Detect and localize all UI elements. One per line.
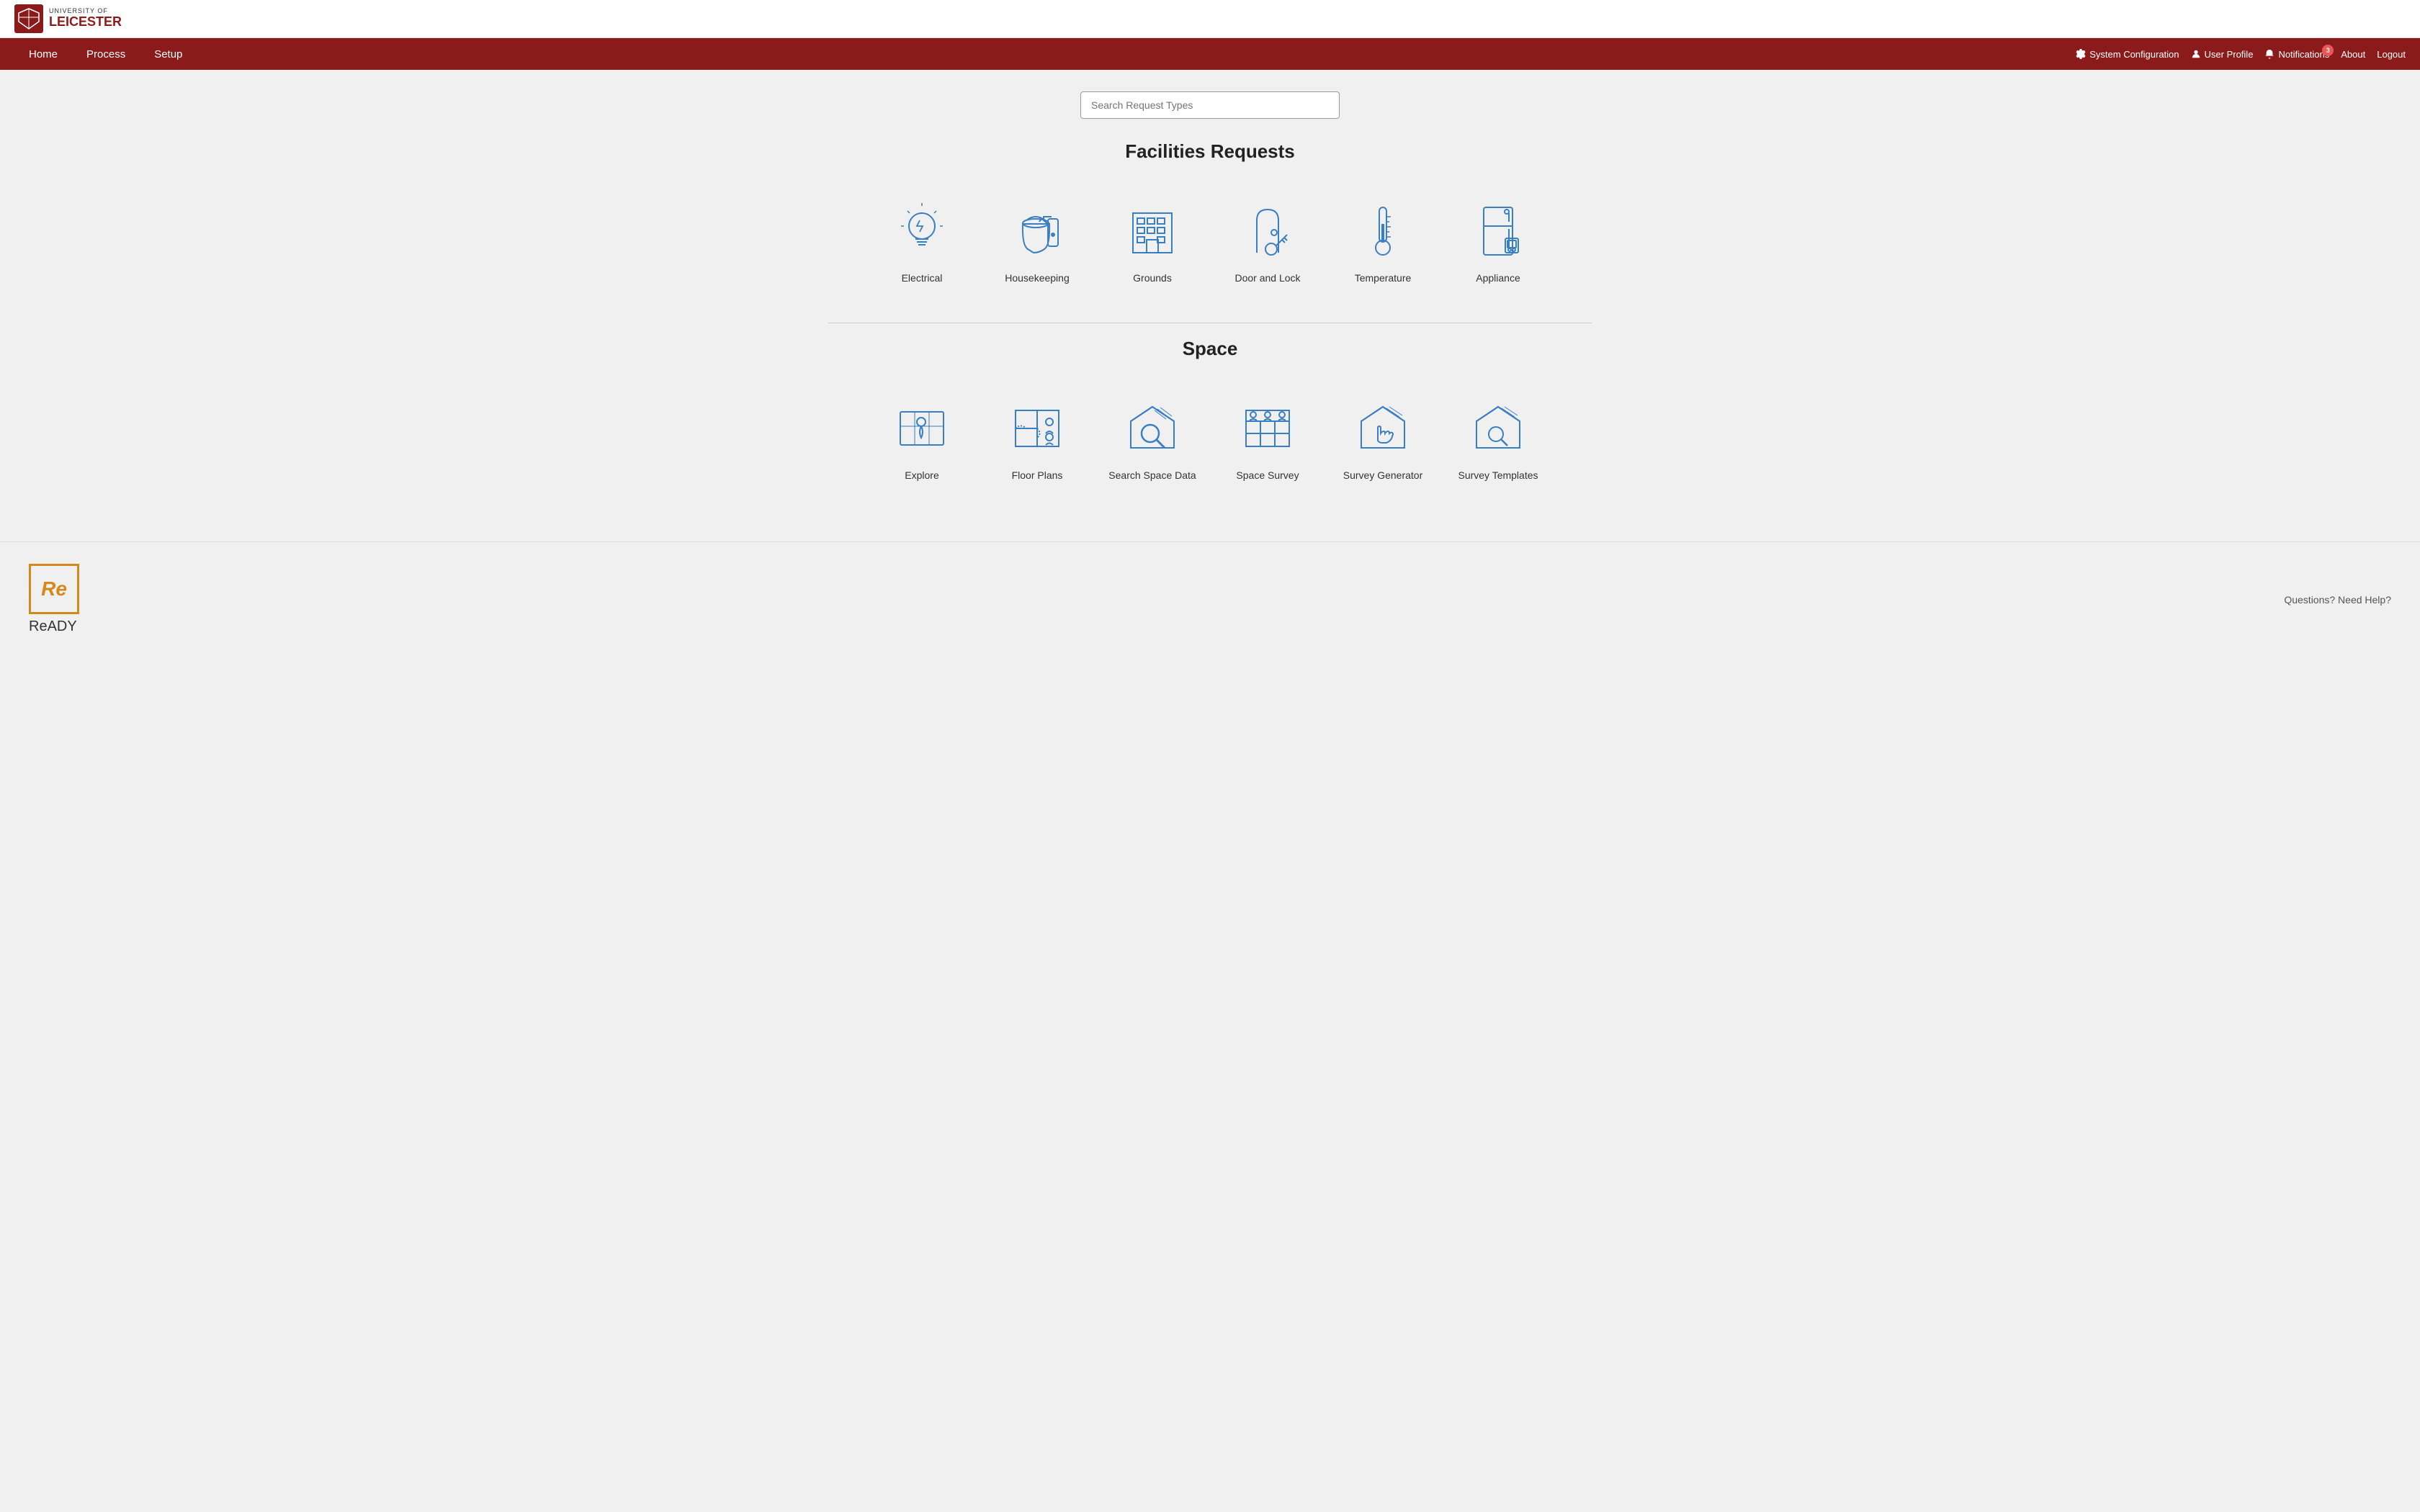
nav-user-profile[interactable]: User Profile bbox=[2191, 49, 2254, 60]
explore-icon bbox=[889, 396, 954, 461]
space-floor-plans[interactable]: Floor Plans bbox=[983, 382, 1091, 491]
grounds-icon bbox=[1120, 199, 1185, 264]
space-explore[interactable]: Explore bbox=[868, 382, 976, 491]
nav-left: Home Process Setup bbox=[14, 38, 2076, 70]
facilities-housekeeping[interactable]: Housekeeping bbox=[983, 184, 1091, 294]
leicester-label: LEICESTER bbox=[49, 15, 122, 30]
nav-notifications[interactable]: 3 Notifications bbox=[2264, 49, 2329, 60]
nav-setup[interactable]: Setup bbox=[140, 38, 197, 70]
grounds-label: Grounds bbox=[1133, 272, 1172, 284]
space-survey-icon bbox=[1235, 396, 1300, 461]
facilities-temperature[interactable]: Temperature bbox=[1329, 184, 1437, 294]
space-survey-label: Space Survey bbox=[1236, 469, 1299, 481]
housekeeping-label: Housekeeping bbox=[1005, 272, 1070, 284]
footer: Re ReADY Questions? Need Help? bbox=[0, 541, 2420, 657]
nav-logout[interactable]: Logout bbox=[2377, 49, 2406, 60]
search-wrapper bbox=[828, 91, 1592, 119]
user-icon bbox=[2191, 49, 2201, 59]
space-search-space-data[interactable]: Search Space Data bbox=[1098, 382, 1206, 491]
search-input[interactable] bbox=[1080, 91, 1340, 119]
appliance-label: Appliance bbox=[1476, 272, 1520, 284]
electrical-label: Electrical bbox=[902, 272, 943, 284]
university-shield bbox=[14, 4, 43, 33]
nav-home[interactable]: Home bbox=[14, 38, 72, 70]
floor-plans-icon bbox=[1005, 396, 1070, 461]
ready-logo-box: Re bbox=[29, 564, 79, 614]
survey-templates[interactable]: Survey Templates bbox=[1444, 382, 1552, 491]
floor-plans-label: Floor Plans bbox=[1012, 469, 1063, 481]
space-title: Space bbox=[828, 338, 1592, 360]
survey-generator-icon bbox=[1350, 396, 1415, 461]
facilities-grounds[interactable]: Grounds bbox=[1098, 184, 1206, 294]
electrical-icon bbox=[889, 199, 954, 264]
door-lock-label: Door and Lock bbox=[1234, 272, 1300, 284]
system-config-label: System Configuration bbox=[2089, 49, 2179, 60]
main-nav: Home Process Setup System Configuration … bbox=[0, 38, 2420, 70]
survey-templates-icon bbox=[1466, 396, 1531, 461]
ready-logo: Re ReADY bbox=[29, 564, 79, 635]
facilities-grid: Electrical Housekeeping bbox=[828, 184, 1592, 294]
survey-generator-label: Survey Generator bbox=[1343, 469, 1423, 481]
search-space-data-label: Search Space Data bbox=[1108, 469, 1196, 481]
about-label: About bbox=[2341, 49, 2365, 60]
notification-badge: 3 bbox=[2322, 45, 2334, 56]
facilities-title: Facilities Requests bbox=[828, 140, 1592, 163]
housekeeping-icon bbox=[1005, 199, 1070, 264]
explore-label: Explore bbox=[905, 469, 938, 481]
survey-templates-label: Survey Templates bbox=[1458, 469, 1538, 481]
top-bar: UNIVERSITY OF LEICESTER bbox=[0, 0, 2420, 38]
space-survey[interactable]: Space Survey bbox=[1214, 382, 1322, 491]
space-grid: Explore Floor Plans bbox=[828, 382, 1592, 491]
facilities-door-lock[interactable]: Door and Lock bbox=[1214, 184, 1322, 294]
logo-area: UNIVERSITY OF LEICESTER bbox=[14, 4, 122, 33]
ready-brand-name: ReADY bbox=[29, 618, 77, 635]
search-space-data-icon bbox=[1120, 396, 1185, 461]
bell-icon bbox=[2264, 49, 2275, 59]
nav-system-config[interactable]: System Configuration bbox=[2076, 49, 2179, 60]
footer-help-text[interactable]: Questions? Need Help? bbox=[2284, 594, 2391, 606]
user-profile-label: User Profile bbox=[2205, 49, 2254, 60]
logo-text: UNIVERSITY OF LEICESTER bbox=[49, 8, 122, 30]
main-content: Facilities Requests Electrical bbox=[814, 70, 1606, 541]
nav-right: System Configuration User Profile 3 Noti… bbox=[2076, 49, 2406, 60]
nav-about[interactable]: About bbox=[2341, 49, 2365, 60]
gear-icon bbox=[2076, 49, 2086, 59]
facilities-appliance[interactable]: Appliance bbox=[1444, 184, 1552, 294]
facilities-electrical[interactable]: Electrical bbox=[868, 184, 976, 294]
survey-generator[interactable]: Survey Generator bbox=[1329, 382, 1437, 491]
temperature-icon bbox=[1350, 199, 1415, 264]
temperature-label: Temperature bbox=[1355, 272, 1412, 284]
door-lock-icon bbox=[1235, 199, 1300, 264]
appliance-icon bbox=[1466, 199, 1531, 264]
logout-label: Logout bbox=[2377, 49, 2406, 60]
nav-process[interactable]: Process bbox=[72, 38, 140, 70]
